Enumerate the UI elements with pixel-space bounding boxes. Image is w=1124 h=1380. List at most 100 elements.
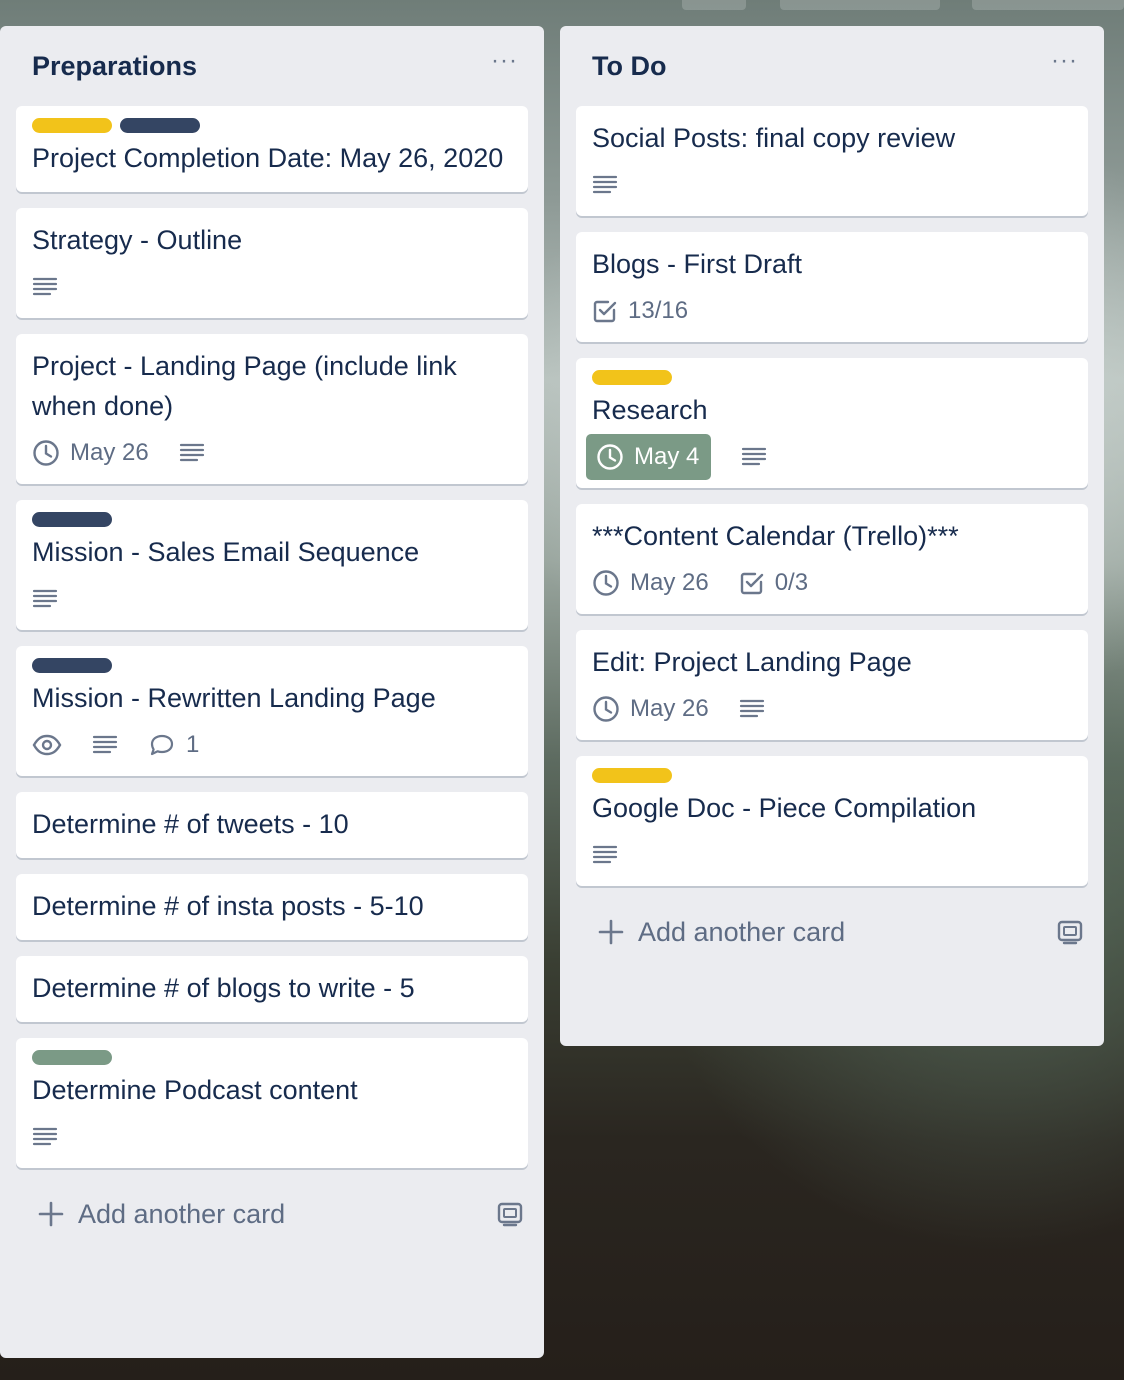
card[interactable]: Project Completion Date: May 26, 2020 bbox=[16, 106, 528, 192]
card-badges: May 26 0/3 bbox=[592, 566, 1072, 600]
clock-icon bbox=[592, 569, 620, 597]
clock-badge[interactable]: May 4 bbox=[586, 434, 712, 480]
card[interactable]: Mission - Rewritten Landing Page 1 bbox=[16, 646, 528, 776]
header-stub bbox=[972, 0, 1124, 10]
description-badge bbox=[179, 442, 205, 464]
list-header: Preparations ··· bbox=[0, 26, 544, 106]
list-preparations: Preparations ··· Project Completion Date… bbox=[0, 26, 544, 1358]
list-to-do: To Do ··· Social Posts: final copy revie… bbox=[560, 26, 1104, 1046]
label-navy[interactable] bbox=[32, 658, 112, 673]
card-badges bbox=[32, 270, 512, 304]
list-header: To Do ··· bbox=[560, 26, 1104, 106]
card-title: Determine Podcast content bbox=[32, 1075, 358, 1105]
card[interactable]: Determine # of tweets - 10 bbox=[16, 792, 528, 858]
description-badge bbox=[592, 174, 618, 196]
checklist-icon bbox=[739, 570, 765, 596]
template-icon[interactable] bbox=[496, 1201, 524, 1227]
card-badges: May 26 bbox=[32, 436, 512, 470]
badge-text: May 26 bbox=[630, 569, 709, 596]
description-icon bbox=[741, 446, 767, 468]
description-badge bbox=[741, 446, 767, 468]
card[interactable]: Social Posts: final copy review bbox=[576, 106, 1088, 216]
label-yellow[interactable] bbox=[592, 768, 672, 783]
badge-text: 0/3 bbox=[774, 569, 809, 596]
add-card-button[interactable]: Add another card bbox=[38, 1199, 285, 1230]
card-badges bbox=[32, 582, 512, 616]
card-container: Project Completion Date: May 26, 2020 Str… bbox=[0, 106, 544, 1168]
card-badges: 1 bbox=[32, 728, 512, 762]
card-labels bbox=[592, 768, 1072, 784]
card[interactable]: Determine # of blogs to write - 5 bbox=[16, 956, 528, 1022]
card[interactable]: ***Content Calendar (Trello)*** May 26 0/3 bbox=[576, 504, 1088, 614]
description-icon bbox=[32, 276, 58, 298]
description-badge bbox=[32, 1126, 58, 1148]
card-title: Social Posts: final copy review bbox=[592, 123, 956, 153]
label-yellow[interactable] bbox=[592, 370, 672, 385]
add-card-button[interactable]: Add another card bbox=[598, 917, 845, 948]
card[interactable]: Research May 4 bbox=[576, 358, 1088, 488]
checklist-icon bbox=[592, 298, 618, 324]
board-header-edge bbox=[0, 0, 1124, 10]
card-badges: 13/16 bbox=[592, 294, 1072, 328]
card-labels bbox=[32, 512, 512, 528]
clock-icon bbox=[32, 439, 60, 467]
eye-badge bbox=[32, 734, 62, 756]
card-title: Determine # of tweets - 10 bbox=[32, 809, 349, 839]
comment-icon bbox=[148, 732, 176, 758]
card-labels bbox=[32, 658, 512, 674]
card-title: Determine # of insta posts - 5-10 bbox=[32, 891, 424, 921]
list-title[interactable]: Preparations bbox=[32, 51, 197, 82]
clock-badge: May 26 bbox=[592, 569, 709, 597]
card-title: Google Doc - Piece Compilation bbox=[592, 793, 977, 823]
card-badges bbox=[592, 168, 1072, 202]
card[interactable]: Google Doc - Piece Compilation bbox=[576, 756, 1088, 886]
card-title: Mission - Sales Email Sequence bbox=[32, 537, 420, 567]
description-icon bbox=[739, 698, 765, 720]
clock-icon bbox=[596, 443, 624, 471]
card-labels bbox=[32, 118, 512, 134]
card-badges bbox=[592, 838, 1072, 872]
badge-text: May 26 bbox=[630, 695, 709, 722]
card-title: Edit: Project Landing Page bbox=[592, 647, 912, 677]
list-menu-button[interactable]: ··· bbox=[1051, 49, 1078, 83]
badge-text: 13/16 bbox=[628, 297, 689, 324]
card[interactable]: Project - Landing Page (include link whe… bbox=[16, 334, 528, 484]
header-stub bbox=[780, 0, 940, 10]
description-icon bbox=[32, 1126, 58, 1148]
card-title: Blogs - First Draft bbox=[592, 249, 803, 279]
card[interactable]: Strategy - Outline bbox=[16, 208, 528, 318]
card[interactable]: Blogs - First Draft 13/16 bbox=[576, 232, 1088, 342]
card[interactable]: Determine # of insta posts - 5-10 bbox=[16, 874, 528, 940]
description-icon bbox=[32, 588, 58, 610]
description-badge bbox=[32, 276, 58, 298]
description-icon bbox=[592, 844, 618, 866]
checklist-badge: 0/3 bbox=[739, 569, 808, 597]
checklist-badge: 13/16 bbox=[592, 297, 688, 325]
label-navy[interactable] bbox=[120, 118, 200, 133]
add-card-label: Add another card bbox=[638, 916, 846, 947]
clock-icon bbox=[592, 695, 620, 723]
card-badges bbox=[32, 1120, 512, 1154]
card-title: Mission - Rewritten Landing Page bbox=[32, 683, 436, 713]
card-labels bbox=[592, 370, 1072, 386]
card-badges: May 4 bbox=[586, 434, 1072, 480]
card-badges: May 26 bbox=[592, 692, 1072, 726]
label-gray[interactable] bbox=[32, 1050, 112, 1065]
badge-text: May 4 bbox=[634, 443, 700, 470]
label-yellow[interactable] bbox=[32, 118, 112, 133]
list-title[interactable]: To Do bbox=[592, 51, 666, 82]
card-title: Project Completion Date: May 26, 2020 bbox=[32, 143, 504, 173]
header-stub bbox=[682, 0, 746, 10]
card[interactable]: Edit: Project Landing Page May 26 bbox=[576, 630, 1088, 740]
template-icon[interactable] bbox=[1056, 919, 1084, 945]
card[interactable]: Determine Podcast content bbox=[16, 1038, 528, 1168]
description-badge bbox=[739, 698, 765, 720]
list-menu-button[interactable]: ··· bbox=[491, 49, 518, 83]
label-navy[interactable] bbox=[32, 512, 112, 527]
add-card-label: Add another card bbox=[78, 1198, 286, 1229]
add-card-row: Add another card bbox=[0, 1184, 544, 1244]
card-title: Research bbox=[592, 395, 708, 425]
card-title: Project - Landing Page (include link whe… bbox=[32, 351, 457, 421]
description-badge bbox=[32, 588, 58, 610]
card[interactable]: Mission - Sales Email Sequence bbox=[16, 500, 528, 630]
